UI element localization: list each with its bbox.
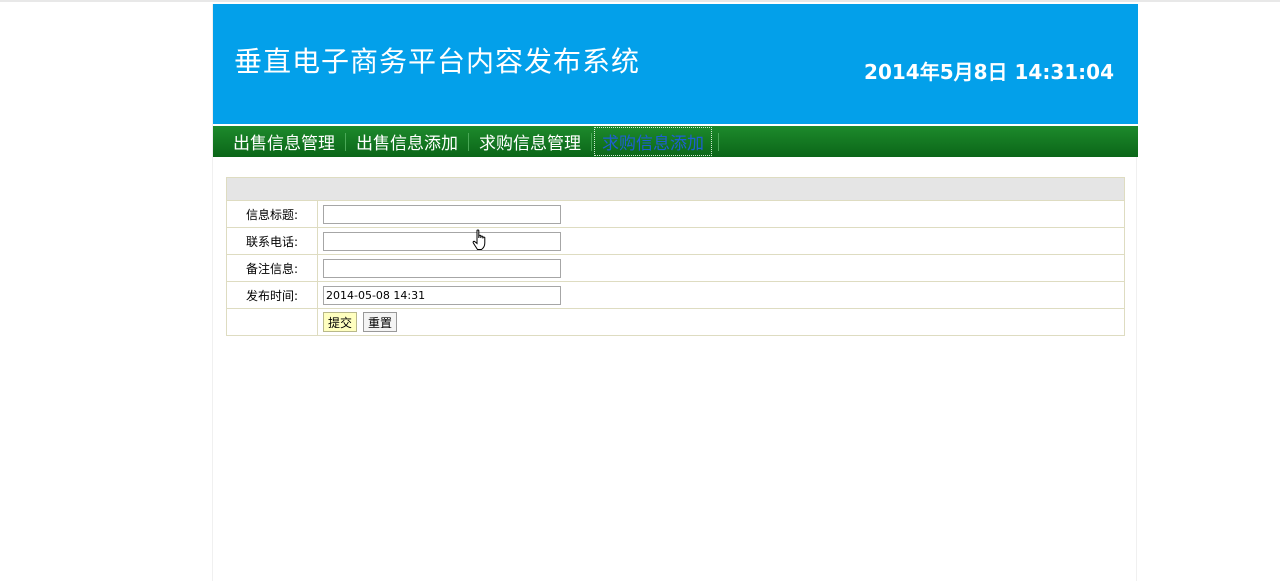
site-title: 垂直电子商务平台内容发布系统 — [234, 45, 641, 78]
form-row-actions: 提交 重置 — [226, 308, 1125, 336]
nav-item-sale-manage[interactable]: 出售信息管理 — [227, 129, 341, 154]
site-header: 垂直电子商务平台内容发布系统 2014年5月8日 14:31:04 — [213, 4, 1138, 124]
title-label: 信息标题: — [226, 200, 318, 228]
publish-time-label: 发布时间: — [226, 281, 318, 309]
form-header-cell — [226, 177, 1125, 201]
phone-label: 联系电话: — [226, 227, 318, 255]
browser-top-edge — [0, 0, 1280, 2]
nav-divider — [718, 132, 719, 151]
publish-time-input[interactable] — [323, 285, 561, 305]
remark-label: 备注信息: — [226, 254, 318, 282]
title-input[interactable] — [323, 204, 561, 224]
submit-button[interactable]: 提交 — [323, 312, 358, 332]
hand-pointer-icon — [472, 229, 486, 250]
reset-button[interactable]: 重置 — [363, 312, 398, 332]
nav-item-purchase-add[interactable]: 求购信息添加 — [594, 127, 712, 156]
phone-input[interactable] — [323, 231, 561, 251]
nav-divider — [591, 132, 592, 151]
purchase-add-form: 信息标题: 联系电话: 备注信息: 发布时间: 提交重置 — [226, 177, 1125, 336]
page-container: 垂直电子商务平台内容发布系统 2014年5月8日 14:31:04 出售信息管理… — [212, 4, 1138, 581]
nav-divider — [468, 132, 469, 151]
form-row-phone: 联系电话: — [226, 227, 1125, 255]
main-nav: 出售信息管理 出售信息添加 求购信息管理 求购信息添加 — [213, 126, 1138, 157]
form-header-row — [226, 177, 1125, 201]
form-row-publish-time: 发布时间: — [226, 281, 1125, 309]
site-clock: 2014年5月8日 14:31:04 — [864, 60, 1114, 84]
form-row-remark: 备注信息: — [226, 254, 1125, 282]
remark-input[interactable] — [323, 258, 561, 278]
nav-divider — [345, 132, 346, 151]
nav-item-purchase-manage[interactable]: 求购信息管理 — [473, 129, 587, 154]
nav-item-sale-add[interactable]: 出售信息添加 — [350, 129, 464, 154]
form-row-title: 信息标题: — [226, 200, 1125, 228]
